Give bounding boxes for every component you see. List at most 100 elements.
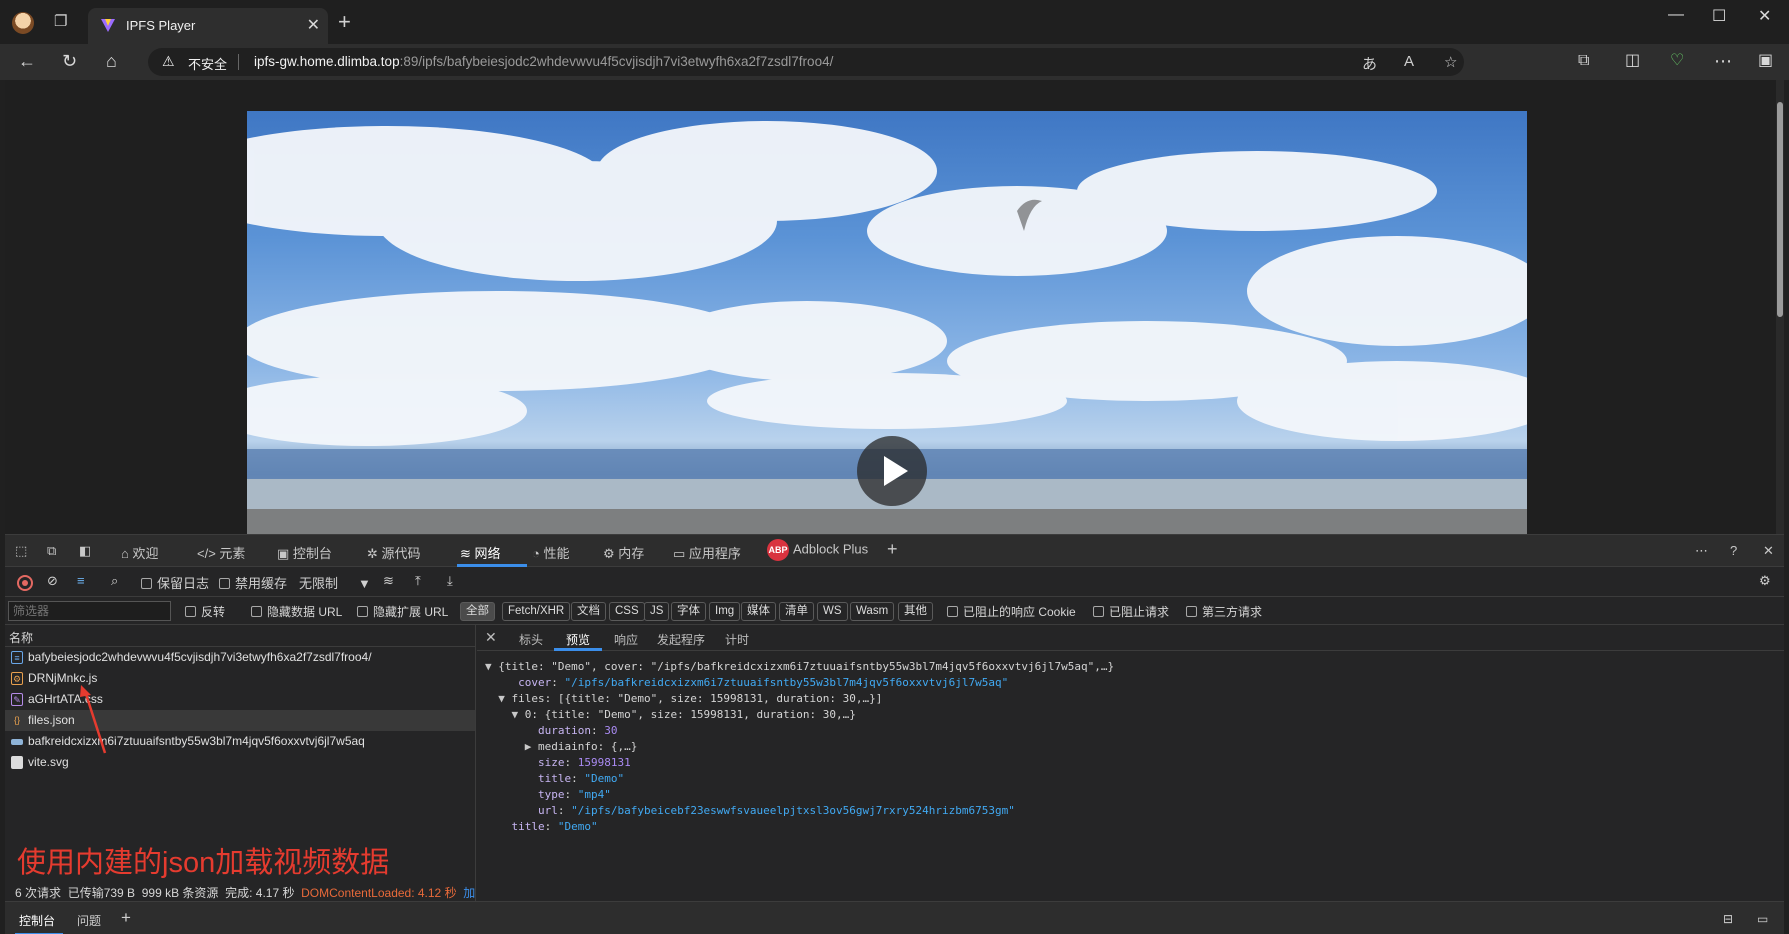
help-icon[interactable]: ? <box>1730 543 1737 558</box>
request-row[interactable]: ⚙ DRNjMnkc.js <box>5 668 475 689</box>
disable-cache-checkbox[interactable]: 禁用缓存 <box>219 573 287 592</box>
request-row-selected[interactable]: {} files.json <box>5 710 475 731</box>
security-label[interactable]: 不安全 <box>188 54 227 73</box>
tab-preview[interactable]: 预览 <box>566 631 590 648</box>
profile-avatar[interactable] <box>12 12 34 34</box>
favorite-icon[interactable]: ☆ <box>1444 53 1457 71</box>
filter-input[interactable] <box>8 601 171 621</box>
url-text[interactable]: ipfs-gw.home.dlimba.top:89/ipfs/bafybeie… <box>254 54 833 69</box>
tab-label-application: 应用程序 <box>688 546 741 561</box>
play-button[interactable] <box>857 436 927 506</box>
type-filter-doc[interactable]: 文档 <box>571 602 606 621</box>
refresh-icon[interactable]: ↻ <box>62 50 77 72</box>
tab-adblock-plus[interactable]: ABP Adblock Plus <box>767 539 868 561</box>
hide-data-urls-checkbox[interactable]: 隐藏数据 URL <box>251 603 342 620</box>
device-emulation-icon[interactable]: ⧉ <box>47 543 56 559</box>
type-filter-other[interactable]: 其他 <box>898 602 933 621</box>
expand-triangle-icon[interactable]: ▼ <box>485 660 492 673</box>
read-aloud-icon[interactable]: A <box>1404 53 1414 70</box>
warning-icon[interactable]: ⚠ <box>162 53 175 70</box>
record-button[interactable] <box>17 575 33 591</box>
preserve-log-checkbox[interactable]: 保留日志 <box>141 573 209 592</box>
type-filter-css[interactable]: CSS <box>609 602 645 621</box>
json-root[interactable]: {title: "Demo", cover: "/ipfs/bafkreidcx… <box>498 660 1114 673</box>
search-icon[interactable]: ⌕ <box>111 573 118 589</box>
type-filter-fetch-xhr[interactable]: Fetch/XHR <box>502 602 571 621</box>
json-item[interactable]: 0: {title: "Demo", size: 15998131, durat… <box>525 708 856 721</box>
tab-elements[interactable]: </> 元素 <box>197 543 245 562</box>
blocked-cookies-checkbox[interactable]: 已阻止的响应 Cookie <box>947 603 1076 620</box>
tab-network[interactable]: ≋ 网络 <box>460 543 501 562</box>
import-har-icon[interactable]: ⤒ <box>415 573 421 589</box>
close-detail-icon[interactable]: ✕ <box>485 629 497 646</box>
more-options-icon[interactable]: ⋯ <box>1695 543 1708 559</box>
add-drawer-tab-icon[interactable]: + <box>121 908 131 928</box>
tab-headers[interactable]: 标头 <box>519 631 543 648</box>
sidebar-toggle-icon[interactable]: ▣ <box>1758 50 1773 72</box>
hide-extension-urls-checkbox[interactable]: 隐藏扩展 URL <box>357 603 448 620</box>
type-filter-js[interactable]: JS <box>644 602 670 621</box>
tab-initiator[interactable]: 发起程序 <box>657 631 705 648</box>
request-row[interactable]: bafkreidcxizxm6i7ztuuaifsntby55w3bl7m4jq… <box>5 731 475 752</box>
tab-console[interactable]: ▣ 控制台 <box>277 543 332 562</box>
minimize-icon[interactable]: — <box>1668 6 1684 24</box>
expand-triangle-icon[interactable]: ▼ <box>512 708 519 721</box>
throttling-select[interactable]: 无限制 ▼ <box>299 573 371 592</box>
close-tab-icon[interactable]: ✕ <box>307 15 320 35</box>
drawer-tab-console[interactable]: 控制台 <box>19 912 55 929</box>
name-column-header[interactable]: 名称 <box>5 625 475 647</box>
workspaces-icon[interactable]: ❐ <box>54 14 72 30</box>
tab-welcome[interactable]: ⌂ 欢迎 <box>121 543 158 562</box>
request-row[interactable]: ✎ aGHrtATA.css <box>5 689 475 710</box>
type-filter-img[interactable]: Img <box>709 602 741 621</box>
page-scrollbar[interactable] <box>1776 80 1784 534</box>
filter-icon[interactable]: ≡ <box>77 573 85 588</box>
browser-tab[interactable]: IPFS Player ✕ <box>88 8 328 44</box>
export-har-icon[interactable]: ⤓ <box>447 573 453 589</box>
settings-gear-icon[interactable]: ⚙ <box>1759 573 1771 589</box>
tab-memory[interactable]: ⚙ 内存 <box>603 543 644 562</box>
add-tool-icon[interactable]: + <box>887 539 898 560</box>
third-party-checkbox[interactable]: 第三方请求 <box>1186 603 1262 620</box>
address-bar[interactable]: ⚠ 不安全 ipfs-gw.home.dlimba.top:89/ipfs/ba… <box>148 48 1464 76</box>
browser-essentials-icon[interactable]: ♡ <box>1670 50 1684 72</box>
type-filter-manifest[interactable]: 清单 <box>779 602 814 621</box>
drawer-tab-issues[interactable]: 问题 <box>77 912 101 929</box>
type-filter-font[interactable]: 字体 <box>671 602 706 621</box>
type-filter-media[interactable]: 媒体 <box>741 602 776 621</box>
type-filter-all[interactable]: 全部 <box>460 602 495 621</box>
inspect-element-icon[interactable]: ⬚ <box>15 543 27 559</box>
invert-checkbox[interactable]: 反转 <box>185 603 225 620</box>
drawer-layout-icon[interactable]: ▭ <box>1757 912 1768 926</box>
network-conditions-icon[interactable]: ≋ <box>383 573 394 589</box>
home-icon[interactable]: ⌂ <box>106 50 117 72</box>
request-row[interactable]: ≡ bafybeiesjodc2whdevwvu4f5cvjisdjh7vi3e… <box>5 647 475 668</box>
tab-response[interactable]: 响应 <box>614 631 638 648</box>
maximize-icon[interactable]: ☐ <box>1712 6 1726 26</box>
request-row[interactable]: vite.svg <box>5 752 475 773</box>
more-menu-icon[interactable]: ⋯ <box>1714 50 1732 72</box>
dock-drawer-icon[interactable]: ⊟ <box>1723 912 1733 926</box>
scrollbar-thumb[interactable] <box>1777 102 1783 317</box>
clear-icon[interactable]: ⊘ <box>47 573 58 589</box>
translate-icon[interactable]: あ <box>1362 53 1377 74</box>
collapse-triangle-icon[interactable]: ▶ <box>525 740 532 753</box>
json-mediainfo[interactable]: mediainfo: {,…} <box>538 740 637 753</box>
type-filter-ws[interactable]: WS <box>817 602 848 621</box>
tab-performance[interactable]: ◔ 性能 <box>532 543 569 562</box>
type-filter-wasm[interactable]: Wasm <box>850 602 895 621</box>
video-player[interactable] <box>247 111 1527 534</box>
blocked-requests-checkbox[interactable]: 已阻止请求 <box>1093 603 1169 620</box>
new-tab-icon[interactable]: + <box>338 11 351 33</box>
split-screen-icon[interactable]: ◫ <box>1625 50 1640 72</box>
dock-side-icon[interactable]: ◧ <box>79 543 91 559</box>
back-icon[interactable]: ← <box>18 50 36 72</box>
extensions-icon[interactable]: ⧉ <box>1578 50 1589 72</box>
tab-sources[interactable]: ✲ 源代码 <box>367 543 421 562</box>
close-window-icon[interactable]: ✕ <box>1758 6 1771 26</box>
tab-application[interactable]: ▭ 应用程序 <box>673 543 741 562</box>
expand-triangle-icon[interactable]: ▼ <box>498 692 505 705</box>
close-devtools-icon[interactable]: ✕ <box>1763 543 1774 559</box>
json-files[interactable]: files: [{title: "Demo", size: 15998131, … <box>512 692 883 705</box>
tab-timing[interactable]: 计时 <box>725 631 749 648</box>
